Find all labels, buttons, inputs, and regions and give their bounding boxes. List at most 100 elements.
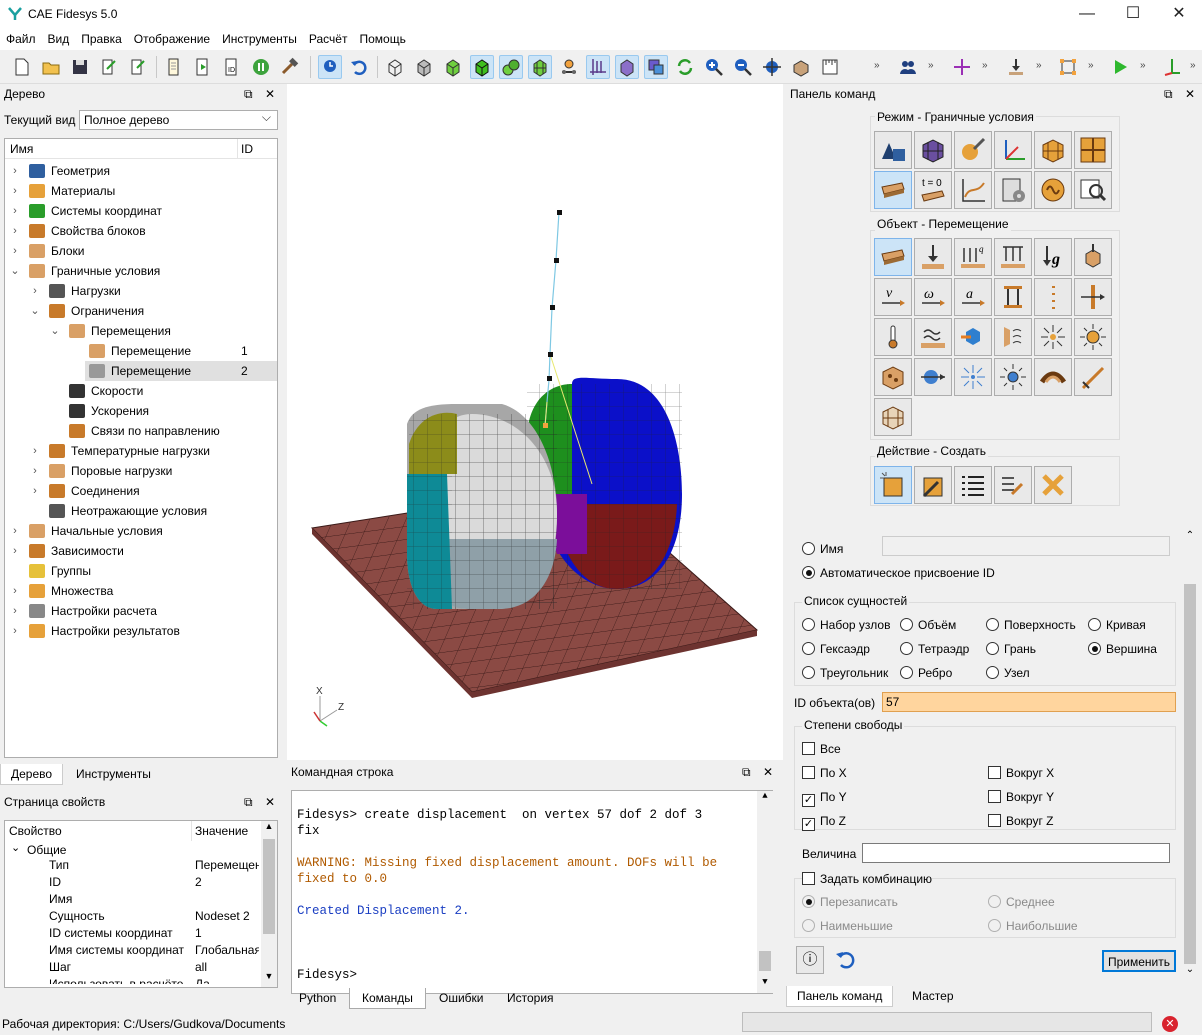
- modify-action-icon[interactable]: [914, 466, 952, 504]
- shaded-edges-cube-icon[interactable]: [470, 55, 494, 79]
- group-people-icon[interactable]: [896, 55, 920, 79]
- tab-command-bar[interactable]: Панель команд: [786, 986, 894, 1007]
- view-results-icon[interactable]: [1074, 171, 1112, 209]
- pore-pressure-icon[interactable]: [874, 358, 912, 396]
- close-panel-icon[interactable]: ✕: [1185, 84, 1195, 104]
- error-icon[interactable]: ✕: [1162, 1016, 1178, 1032]
- open-folder-icon[interactable]: [39, 55, 63, 79]
- tree-item[interactable]: › Множества: [5, 581, 277, 601]
- velocity-icon[interactable]: v: [874, 278, 912, 316]
- chevron-right-icon[interactable]: ›: [9, 541, 21, 561]
- chevron-right-icon[interactable]: ›: [9, 161, 21, 181]
- material-mode-icon[interactable]: [954, 131, 992, 169]
- zoom-in-icon[interactable]: [702, 55, 726, 79]
- nonreflecting-icon[interactable]: [874, 398, 912, 436]
- heat-flux-icon[interactable]: [914, 318, 952, 356]
- tab-wizard[interactable]: Мастер: [902, 986, 964, 1007]
- property-row[interactable]: Шаг all: [5, 959, 259, 976]
- calculation-settings-icon[interactable]: [994, 171, 1032, 209]
- name-field[interactable]: [882, 536, 1170, 556]
- tree-item[interactable]: › Начальные условия: [5, 521, 277, 541]
- edit-list-action-icon[interactable]: [994, 466, 1032, 504]
- largest-radio[interactable]: Наибольшие: [988, 919, 1078, 933]
- load-arrow-icon[interactable]: [1004, 55, 1028, 79]
- fit-view-icon[interactable]: [760, 55, 784, 79]
- new-file-icon[interactable]: [10, 55, 34, 79]
- tree-item[interactable]: Связи по направлению: [5, 421, 277, 441]
- average-radio[interactable]: Среднее: [988, 895, 1055, 909]
- chevron-right-icon[interactable]: ›: [9, 221, 21, 241]
- tree-item[interactable]: › Зависимости: [5, 541, 277, 561]
- surface-contact-icon[interactable]: [1034, 358, 1072, 396]
- menu-tools[interactable]: Инструменты: [216, 28, 303, 50]
- tab-errors[interactable]: Ошибки: [429, 988, 494, 1009]
- block-mode-icon[interactable]: [1034, 131, 1072, 169]
- entity-radio[interactable]: Вершина: [1088, 642, 1157, 656]
- menu-calc[interactable]: Расчёт: [303, 28, 354, 50]
- name-radio[interactable]: Имя: [802, 542, 843, 556]
- close-button[interactable]: ✕: [1156, 0, 1202, 28]
- heat-source-icon[interactable]: [954, 318, 992, 356]
- coordinate-system-icon[interactable]: [994, 131, 1032, 169]
- dependencies-icon[interactable]: [954, 171, 992, 209]
- close-panel-icon[interactable]: ✕: [265, 84, 275, 104]
- tree-item[interactable]: › Поровые нагрузки: [5, 461, 277, 481]
- close-panel-icon[interactable]: ✕: [763, 762, 773, 782]
- float-icon[interactable]: ⧉: [742, 762, 751, 782]
- entity-radio[interactable]: Набор узлов: [802, 618, 890, 632]
- entity-radio[interactable]: Тетраэдр: [900, 642, 969, 656]
- chevron-right-icon[interactable]: ›: [9, 201, 21, 221]
- property-row[interactable]: ID системы координат 1: [5, 925, 259, 942]
- point-source-icon[interactable]: [954, 358, 992, 396]
- tree-item[interactable]: Неотражающие условия: [5, 501, 277, 521]
- tree-item[interactable]: › Настройки результатов: [5, 621, 277, 641]
- chevron-right-icon[interactable]: ›: [9, 241, 21, 261]
- tab-tools[interactable]: Инструменты: [66, 764, 161, 785]
- tree-item[interactable]: › Нагрузки: [5, 281, 277, 301]
- zoom-out-icon[interactable]: [731, 55, 755, 79]
- auto-id-radio[interactable]: Автоматическое присвоение ID: [802, 566, 995, 580]
- bounding-box-icon[interactable]: [1056, 55, 1080, 79]
- dof-checkbox[interactable]: Вокруг X: [988, 766, 1054, 780]
- undo-icon[interactable]: [347, 55, 371, 79]
- smallest-radio[interactable]: Наименьшие: [802, 919, 893, 933]
- command-output[interactable]: Fidesys> create displacement on vertex 5…: [291, 790, 773, 994]
- entity-radio[interactable]: Объём: [900, 618, 956, 632]
- run-script-icon[interactable]: [191, 55, 215, 79]
- distributed-load-icon[interactable]: q: [954, 238, 992, 276]
- directional-link-icon[interactable]: [1074, 358, 1112, 396]
- box-icon[interactable]: [789, 55, 813, 79]
- dof-checkbox[interactable]: Вокруг Z: [988, 814, 1054, 828]
- convection-icon[interactable]: [994, 318, 1032, 356]
- chevron-right-icon[interactable]: ›: [29, 281, 41, 301]
- entity-radio[interactable]: Кривая: [1088, 618, 1146, 632]
- property-row[interactable]: Имя: [5, 891, 259, 908]
- view-combo[interactable]: Полное дерево: [79, 108, 278, 130]
- overwrite-radio[interactable]: Перезаписать: [802, 895, 898, 909]
- temperature-icon[interactable]: [874, 318, 912, 356]
- connection-icon[interactable]: [994, 278, 1032, 316]
- 3d-viewport[interactable]: X Z: [287, 84, 783, 760]
- property-row[interactable]: Имя системы координат Глобальная: [5, 942, 259, 959]
- hidden-line-cube-icon[interactable]: [412, 55, 436, 79]
- results-settings-icon[interactable]: [1034, 171, 1072, 209]
- id-icon[interactable]: ID: [220, 55, 244, 79]
- ruler-icon[interactable]: [818, 55, 842, 79]
- chevron-right-icon[interactable]: ›: [9, 621, 21, 641]
- menu-edit[interactable]: Правка: [75, 28, 128, 50]
- create-action-icon[interactable]: [874, 466, 912, 504]
- entity-radio[interactable]: Грань: [986, 642, 1036, 656]
- property-row[interactable]: Использовать в расчёте Да: [5, 976, 259, 984]
- tree-item[interactable]: Ускорения: [5, 401, 277, 421]
- chevron-right-icon[interactable]: ›: [9, 181, 21, 201]
- multi-body-icon[interactable]: [499, 55, 523, 79]
- tree-item[interactable]: › Системы координат: [5, 201, 277, 221]
- angular-velocity-icon[interactable]: ω: [914, 278, 952, 316]
- menu-view[interactable]: Вид: [42, 28, 76, 50]
- chevron-right-icon[interactable]: ›: [29, 481, 41, 501]
- chevron-right-icon[interactable]: ›: [29, 461, 41, 481]
- tree-item[interactable]: › Геометрия: [5, 161, 277, 181]
- overlap-windows-icon[interactable]: [644, 55, 668, 79]
- script-icon[interactable]: [162, 55, 186, 79]
- form-scrollbar[interactable]: ⌃ ⌄: [1182, 530, 1198, 980]
